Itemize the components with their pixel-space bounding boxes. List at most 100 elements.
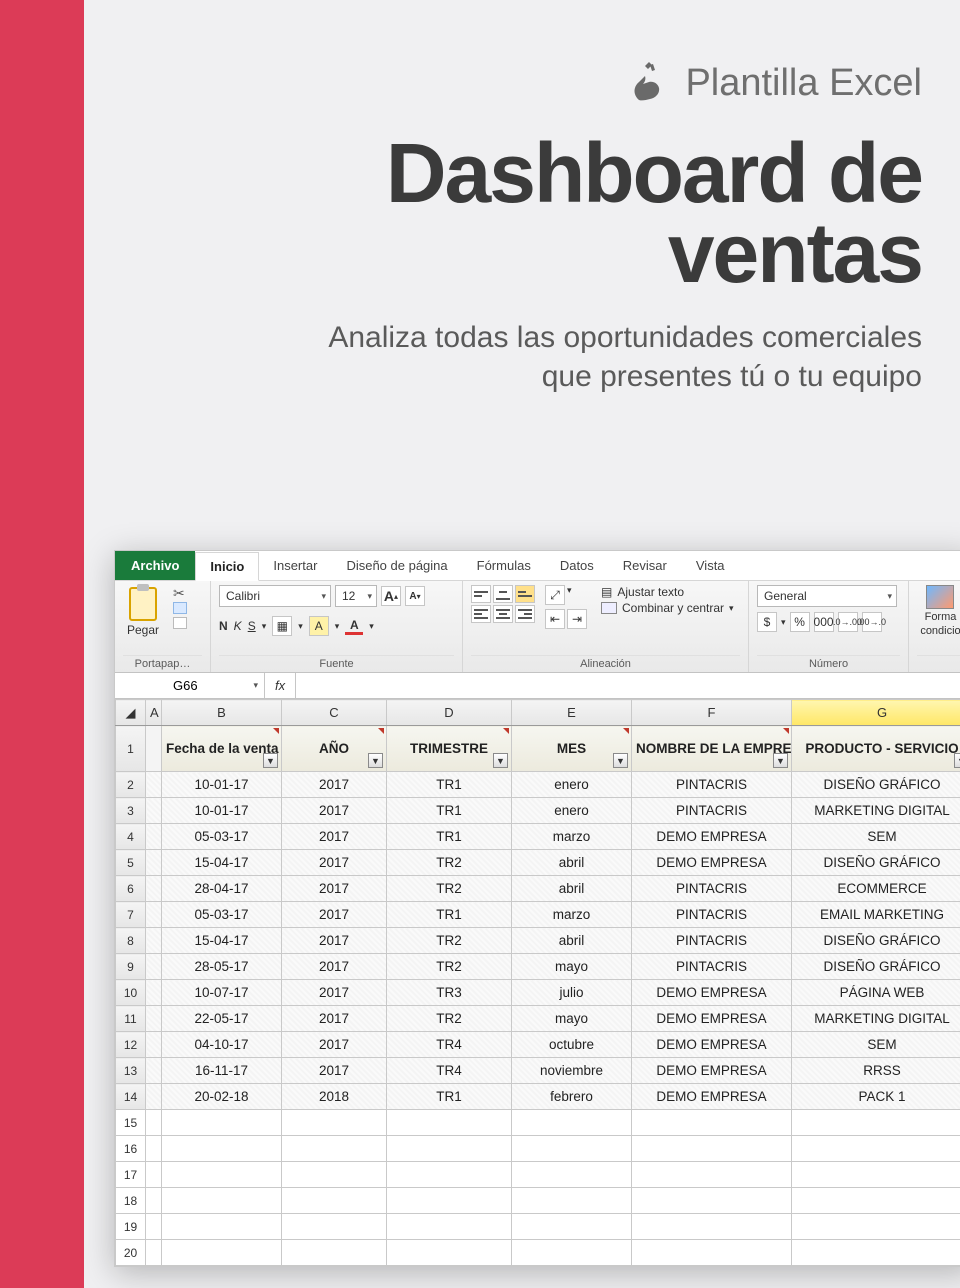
- spreadsheet-grid[interactable]: ◢ A B C D E F G 1Fecha de la venta▼AÑO▼T…: [115, 699, 960, 1266]
- cell[interactable]: [146, 1214, 162, 1240]
- tab-page-layout[interactable]: Diseño de página: [332, 551, 462, 580]
- cell[interactable]: [387, 1162, 512, 1188]
- filter-header[interactable]: MES▼: [512, 726, 632, 772]
- cell[interactable]: [792, 1136, 960, 1162]
- cell[interactable]: [146, 1058, 162, 1084]
- cell[interactable]: DEMO EMPRESA: [632, 980, 792, 1006]
- cell[interactable]: abril: [512, 876, 632, 902]
- cell[interactable]: [282, 1136, 387, 1162]
- cell[interactable]: TR2: [387, 954, 512, 980]
- cell[interactable]: PINTACRIS: [632, 876, 792, 902]
- cell[interactable]: febrero: [512, 1084, 632, 1110]
- cell[interactable]: noviembre: [512, 1058, 632, 1084]
- row-header[interactable]: 13: [116, 1058, 146, 1084]
- wrap-text-button[interactable]: ▤ Ajustar texto: [601, 585, 734, 599]
- underline-button[interactable]: S: [248, 619, 256, 633]
- cell[interactable]: 2017: [282, 850, 387, 876]
- cell[interactable]: PINTACRIS: [632, 772, 792, 798]
- col-header-G[interactable]: G: [792, 700, 960, 726]
- row-header[interactable]: 14: [116, 1084, 146, 1110]
- cell[interactable]: 2018: [282, 1084, 387, 1110]
- tab-insert[interactable]: Insertar: [259, 551, 332, 580]
- cell[interactable]: mayo: [512, 1006, 632, 1032]
- col-header-A[interactable]: A: [146, 700, 162, 726]
- col-header-F[interactable]: F: [632, 700, 792, 726]
- cell[interactable]: TR4: [387, 1032, 512, 1058]
- cell[interactable]: PACK 1: [792, 1084, 960, 1110]
- cell[interactable]: 16-11-17: [162, 1058, 282, 1084]
- cell[interactable]: [162, 1110, 282, 1136]
- borders-icon[interactable]: ▦: [272, 616, 292, 636]
- cell[interactable]: marzo: [512, 902, 632, 928]
- cell[interactable]: TR2: [387, 928, 512, 954]
- cell[interactable]: [146, 1188, 162, 1214]
- row-header[interactable]: 11: [116, 1006, 146, 1032]
- cell[interactable]: enero: [512, 772, 632, 798]
- cut-icon[interactable]: ✂: [173, 585, 189, 599]
- cell[interactable]: [162, 1136, 282, 1162]
- cell[interactable]: 05-03-17: [162, 902, 282, 928]
- increase-decimal-icon[interactable]: .0→.00: [838, 612, 858, 632]
- tab-formulas[interactable]: Fórmulas: [463, 551, 546, 580]
- cell[interactable]: [632, 1110, 792, 1136]
- row-header[interactable]: 1: [116, 726, 146, 772]
- cell[interactable]: [512, 1240, 632, 1266]
- row-header[interactable]: 3: [116, 798, 146, 824]
- cell[interactable]: [162, 1188, 282, 1214]
- cell[interactable]: [632, 1214, 792, 1240]
- cell[interactable]: TR1: [387, 798, 512, 824]
- filter-header[interactable]: TRIMESTRE▼: [387, 726, 512, 772]
- row-header[interactable]: 9: [116, 954, 146, 980]
- cell[interactable]: [162, 1240, 282, 1266]
- cell[interactable]: PINTACRIS: [632, 798, 792, 824]
- cell[interactable]: DISEÑO GRÁFICO: [792, 954, 960, 980]
- cell[interactable]: [146, 1240, 162, 1266]
- row-header[interactable]: 4: [116, 824, 146, 850]
- cell[interactable]: [512, 1136, 632, 1162]
- align-top-icon[interactable]: [471, 585, 491, 603]
- cell[interactable]: [146, 1110, 162, 1136]
- cell[interactable]: TR4: [387, 1058, 512, 1084]
- row-header[interactable]: 12: [116, 1032, 146, 1058]
- cell[interactable]: [146, 850, 162, 876]
- orientation-icon[interactable]: ⤢: [545, 585, 565, 605]
- cell[interactable]: 04-10-17: [162, 1032, 282, 1058]
- decrease-font-icon[interactable]: A▾: [405, 586, 425, 606]
- cell[interactable]: DEMO EMPRESA: [632, 850, 792, 876]
- cell[interactable]: 2017: [282, 980, 387, 1006]
- cell[interactable]: DEMO EMPRESA: [632, 1084, 792, 1110]
- cell[interactable]: [387, 1136, 512, 1162]
- cell[interactable]: [146, 954, 162, 980]
- cell[interactable]: TR3: [387, 980, 512, 1006]
- cell[interactable]: [632, 1162, 792, 1188]
- row-header[interactable]: 10: [116, 980, 146, 1006]
- cell[interactable]: [512, 1162, 632, 1188]
- row-header[interactable]: 6: [116, 876, 146, 902]
- decrease-indent-icon[interactable]: ⇤: [545, 609, 565, 629]
- cell[interactable]: TR2: [387, 850, 512, 876]
- format-painter-icon[interactable]: [173, 617, 187, 629]
- cell[interactable]: SEM: [792, 1032, 960, 1058]
- cell[interactable]: 2017: [282, 876, 387, 902]
- cell[interactable]: 2017: [282, 824, 387, 850]
- cell[interactable]: PÁGINA WEB: [792, 980, 960, 1006]
- cell[interactable]: [282, 1240, 387, 1266]
- cell[interactable]: DISEÑO GRÁFICO: [792, 928, 960, 954]
- font-color-icon[interactable]: A: [345, 618, 363, 635]
- cell[interactable]: octubre: [512, 1032, 632, 1058]
- fill-color-icon[interactable]: A: [309, 616, 329, 636]
- tab-home[interactable]: Inicio: [195, 552, 259, 581]
- filter-dropdown-icon[interactable]: ▼: [368, 753, 383, 768]
- increase-font-icon[interactable]: A▴: [381, 586, 401, 606]
- col-header-B[interactable]: B: [162, 700, 282, 726]
- filter-header[interactable]: AÑO▼: [282, 726, 387, 772]
- cell[interactable]: TR2: [387, 1006, 512, 1032]
- decrease-decimal-icon[interactable]: .00→.0: [862, 612, 882, 632]
- select-all-corner[interactable]: ◢: [116, 700, 146, 726]
- cell[interactable]: [146, 902, 162, 928]
- font-size-combo[interactable]: 12: [335, 585, 377, 607]
- cell[interactable]: MARKETING DIGITAL: [792, 798, 960, 824]
- cell[interactable]: [632, 1188, 792, 1214]
- row-header[interactable]: 17: [116, 1162, 146, 1188]
- cell[interactable]: TR1: [387, 772, 512, 798]
